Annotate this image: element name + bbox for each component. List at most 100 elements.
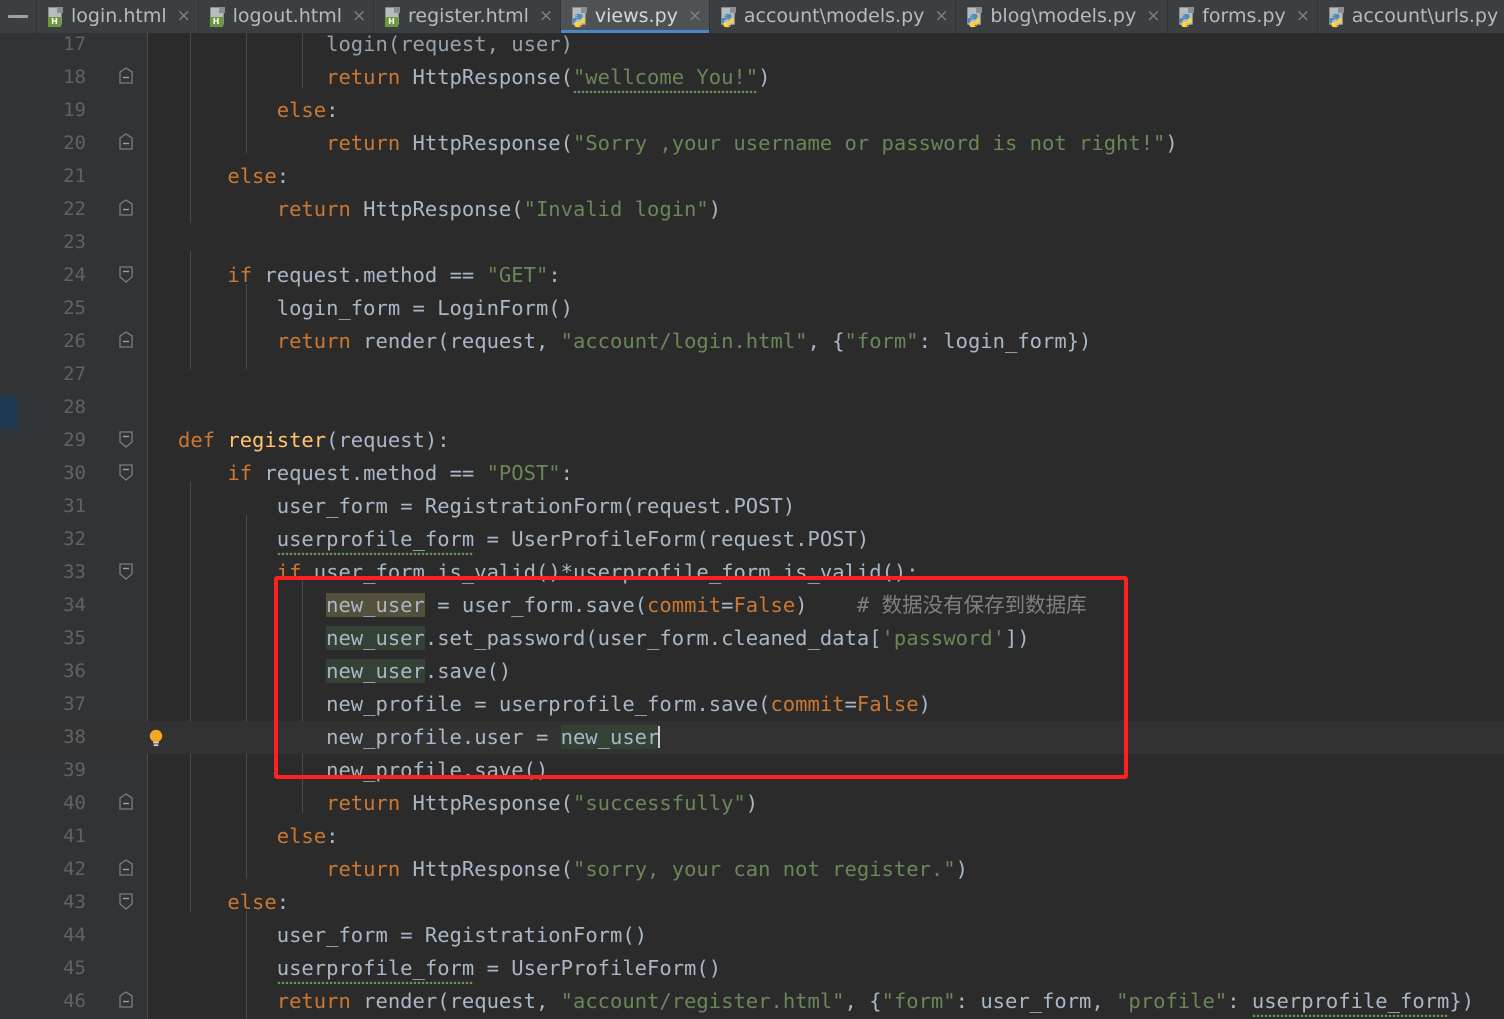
close-icon[interactable]: × [349,0,367,33]
code-line-text: return HttpResponse("Invalid login") [276,197,722,221]
code-line-text: else: [227,890,290,914]
code-line[interactable]: 22 return HttpResponse("Invalid login") [0,193,1504,226]
line-number: 32 [63,528,86,550]
code-line-text: login(request, user) [326,33,573,56]
fold-marker-icon[interactable] [118,430,136,450]
code-line-text: new_profile.user = new_user [326,725,661,749]
code-line[interactable]: 33 if user_form.is_valid()*userprofile_f… [0,556,1504,589]
editor-tab-label: account\urls.py [1351,5,1499,27]
fold-marker-icon[interactable] [118,793,136,813]
fold-marker-icon[interactable] [118,892,136,912]
line-number: 24 [63,264,86,286]
editor-tab-login-html[interactable]: Hlogin.html × [36,0,198,33]
editor-tab-register-html[interactable]: Hregister.html × [373,0,560,33]
minus-icon[interactable] [0,0,36,33]
code-line[interactable]: 41 else: [0,820,1504,853]
editor-tab-bar: Hlogin.html × Hlogout.html × Hregister.html ×… [0,0,1504,33]
fold-marker-icon[interactable] [118,133,136,153]
line-number: 43 [63,891,86,913]
code-line-text: else: [276,98,339,122]
line-number: 22 [63,198,86,220]
python-logo-icon [572,13,585,27]
code-line[interactable]: 32 userprofile_form = UserProfileForm(re… [0,523,1504,556]
fold-marker-icon[interactable] [118,562,136,582]
code-line[interactable]: 31 user_form = RegistrationForm(request.… [0,490,1504,523]
code-line[interactable]: 45 userprofile_form = UserProfileForm() [0,952,1504,985]
code-line[interactable]: 25 login_form = LoginForm() [0,292,1504,325]
fold-marker-icon[interactable] [118,265,136,285]
fold-marker-icon [119,991,133,1008]
code-line[interactable]: 29 def register(request): [0,424,1504,457]
code-line[interactable]: 27 [0,358,1504,391]
code-line[interactable]: 23 [0,226,1504,259]
code-line[interactable]: 28 [0,391,1504,424]
code-line[interactable]: 26 return render(request, "account/login… [0,325,1504,358]
line-number: 27 [63,363,86,385]
code-line[interactable]: 38 new_profile.user = new_user [0,721,1504,754]
code-editor[interactable]: 17 login(request, user) 18 return HttpRes… [0,33,1504,1019]
html-file-icon: H [209,6,226,27]
code-line-text: return HttpResponse("Sorry ,your usernam… [326,131,1178,155]
line-number: 33 [63,561,86,583]
fold-marker-icon[interactable] [118,331,136,351]
fold-marker-icon[interactable] [118,463,136,483]
code-line[interactable]: 18 return HttpResponse("wellcome You!") [0,61,1504,94]
code-line-text: new_profile.save() [326,758,549,782]
code-line[interactable]: 37 new_profile = userprofile_form.save(c… [0,688,1504,721]
code-line[interactable]: 46 return render(request, "account/regis… [0,985,1504,1018]
code-line[interactable]: 34 new_user = user_form.save(commit=Fals… [0,589,1504,622]
code-line-text: new_user.set_password(user_form.cleaned_… [326,626,1030,650]
code-line[interactable]: 24 if request.method == "GET": [0,259,1504,292]
code-line[interactable]: 39 new_profile.save() [0,754,1504,787]
fold-marker-icon[interactable] [118,199,136,219]
close-icon[interactable]: × [174,0,192,33]
close-icon[interactable]: × [1143,0,1161,33]
editor-tab-account-urls-py[interactable]: account\urls.py [1316,0,1504,33]
fold-marker-icon[interactable] [118,67,136,87]
fold-marker-icon[interactable] [118,991,136,1011]
editor-tab-account-models-py[interactable]: account\models.py × [708,0,956,33]
code-line[interactable]: 43 else: [0,886,1504,919]
code-line[interactable]: 40 return HttpResponse("successfully") [0,787,1504,820]
code-line[interactable]: 21 else: [0,160,1504,193]
code-line[interactable]: 30 if request.method == "POST": [0,457,1504,490]
intention-bulb-icon[interactable] [145,727,167,749]
code-line-text: else: [276,824,339,848]
close-icon[interactable]: × [1293,0,1311,33]
code-line[interactable]: 35 new_user.set_password(user_form.clean… [0,622,1504,655]
code-line[interactable]: 44 user_form = RegistrationForm() [0,919,1504,952]
python-file-icon [966,6,983,27]
line-number: 17 [63,33,86,55]
code-line[interactable]: 20 return HttpResponse("Sorry ,your user… [0,127,1504,160]
fold-marker-icon[interactable] [118,859,136,879]
code-line-text: new_user.save() [326,659,512,683]
close-icon[interactable]: × [931,0,949,33]
code-line-text: return HttpResponse("successfully") [326,791,759,815]
line-number: 38 [63,726,86,748]
code-line-text: return HttpResponse("wellcome You!") [178,61,770,94]
code-line[interactable]: 19 else: [0,94,1504,127]
code-line[interactable]: 17 login(request, user) [0,33,1504,61]
code-line-text: login_form = LoginForm() [276,296,573,320]
line-number: 39 [63,759,86,781]
html-file-icon: H [384,6,401,27]
editor-tab-views-py[interactable]: views.py × [559,0,709,33]
editor-tab-label: blog\models.py [990,5,1137,27]
line-number: 28 [63,396,86,418]
editor-tab-label: login.html [71,5,167,27]
close-icon[interactable]: × [536,0,554,33]
code-line-text: else: [227,164,290,188]
editor-tab-logout-html[interactable]: Hlogout.html × [197,0,374,33]
line-number: 31 [63,495,86,517]
intention-bulb-icon [149,729,163,747]
editor-tab-forms-py[interactable]: forms.py × [1167,0,1317,33]
close-icon[interactable]: × [685,0,703,33]
line-number: 25 [63,297,86,319]
code-line-text: new_user = user_form.save(commit=False) … [326,593,1087,617]
code-line[interactable]: 42 return HttpResponse("sorry, your can … [0,853,1504,886]
code-line[interactable]: 36 new_user.save() [0,655,1504,688]
python-logo-icon [967,13,981,27]
editor-tab-label: views.py [594,5,678,27]
editor-tab-blog-models-py[interactable]: blog\models.py × [955,0,1168,33]
fold-marker-expanded-icon [119,464,133,481]
